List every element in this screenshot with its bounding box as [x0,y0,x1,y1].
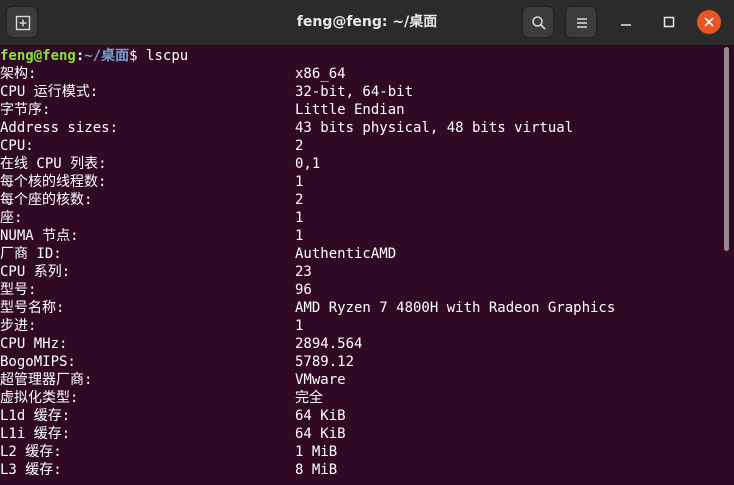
field-value: 0,1 [295,156,321,172]
output-row: 型号名称: AMD Ryzen 7 4800H with Radeon Graph… [0,299,722,317]
output-row: 架构: x86_64 [0,65,722,83]
field-value: 32-bit, 64-bit [295,84,414,100]
output-row: 每个座的核数: 2 [0,191,722,209]
field-label: L2 缓存: [0,444,62,460]
field-label: 型号: [0,282,37,298]
field-value: VMware [295,372,346,388]
field-label: 步进: [0,318,37,334]
field-label: 每个核的线程数: [0,174,107,190]
field-label: Address sizes: [0,120,119,136]
field-value: 8 MiB [295,462,338,478]
field-label: BogoMIPS: [0,354,76,370]
search-icon [532,16,546,30]
output-row: 在线 CPU 列表: 0,1 [0,155,722,173]
output-row: L2 缓存: 1 MiB [0,443,722,461]
field-value: 2 [295,138,304,154]
output-row: L1i 缓存: 64 KiB [0,425,722,443]
output-row: NUMA 节点: 1 [0,227,722,245]
field-label: 在线 CPU 列表: [0,156,107,172]
field-label: CPU: [0,138,34,154]
close-button[interactable] [697,10,721,34]
field-value: 23 [295,264,312,280]
prompt-symbol: $ [129,48,138,64]
output-row: 厂商 ID: AuthenticAMD [0,245,722,263]
field-label: L3 缓存: [0,462,62,478]
output-row: CPU: 2 [0,137,722,155]
field-label: L1d 缓存: [0,408,71,424]
field-value: AMD Ryzen 7 4800H with Radeon Graphics [295,300,616,316]
hamburger-menu-icon [577,18,587,28]
field-label: 字节序: [0,102,51,118]
field-value: Little Endian [295,102,405,118]
field-value: 1 [295,210,304,226]
field-value: 96 [295,282,312,298]
output-row: 超管理器厂商: VMware [0,371,722,389]
field-value: 2 [295,192,304,208]
menu-button[interactable] [565,6,597,38]
field-label: 每个座的核数: [0,192,93,208]
lscpu-output: 架构: x86_64 CPU 运行模式: 32-bit, 64-bit 字节序: Litt… [0,65,722,479]
field-value: AuthenticAMD [295,246,397,262]
minimize-icon [621,24,631,26]
field-value: 2894.564 [295,336,363,352]
new-tab-icon [15,15,31,31]
minimize-button[interactable] [614,10,638,34]
close-icon [704,17,714,27]
output-row: 座: 1 [0,209,722,227]
output-row: 步进: 1 [0,317,722,335]
maximize-icon [663,16,675,28]
output-row: CPU MHz: 2894.564 [0,335,722,353]
field-label: CPU 运行模式: [0,84,99,100]
output-row: CPU 系列: 23 [0,263,722,281]
field-value: 1 [295,228,304,244]
output-row: 虚拟化类型: 完全 [0,389,722,407]
field-label: NUMA 节点: [0,228,79,244]
prompt-user: feng@feng [0,48,76,64]
field-label: 超管理器厂商: [0,372,93,388]
field-value: x86_64 [295,66,346,82]
output-row: L3 缓存: 8 MiB [0,461,722,479]
field-value: 64 KiB [295,426,346,442]
output-row: L1d 缓存: 64 KiB [0,407,722,425]
field-value: 5789.12 [295,354,355,370]
output-row: 字节序: Little Endian [0,101,722,119]
title-bar[interactable]: feng@feng: ~/桌面 [0,0,734,45]
field-value: 1 MiB [295,444,338,460]
field-label: CPU 系列: [0,264,71,280]
scrollbar[interactable] [722,45,734,483]
field-value: 1 [295,318,304,334]
new-tab-button[interactable] [6,6,38,38]
output-row: Address sizes: 43 bits physical, 48 bits … [0,119,722,137]
field-label: 虚拟化类型: [0,390,79,406]
field-label: CPU MHz: [0,336,68,352]
prompt-path: ~/桌面 [84,48,130,64]
field-label: L1i 缓存: [0,426,71,442]
terminal-window: feng@feng: ~/桌面 feng@feng:~/桌面$ lscpu 架构… [0,0,734,483]
field-label: 座: [0,210,23,226]
output-row: 型号: 96 [0,281,722,299]
scrollbar-thumb[interactable] [724,47,729,251]
prompt-line: feng@feng:~/桌面$ lscpu [0,47,722,65]
maximize-button[interactable] [657,10,681,34]
output-row: BogoMIPS: 5789.12 [0,353,722,371]
field-value: 1 [295,174,304,190]
terminal-output[interactable]: feng@feng:~/桌面$ lscpu 架构: x86_64 CPU 运行模式:… [0,45,722,485]
output-row: CPU 运行模式: 32-bit, 64-bit [0,83,722,101]
field-label: 厂商 ID: [0,246,62,262]
output-row: 每个核的线程数: 1 [0,173,722,191]
field-label: 架构: [0,66,37,82]
field-label: 型号名称: [0,300,65,316]
search-button[interactable] [522,6,554,38]
field-value: 64 KiB [295,408,346,424]
field-value: 43 bits physical, 48 bits virtual [295,120,574,136]
field-value: 完全 [295,390,323,406]
command-text: lscpu [146,48,189,64]
